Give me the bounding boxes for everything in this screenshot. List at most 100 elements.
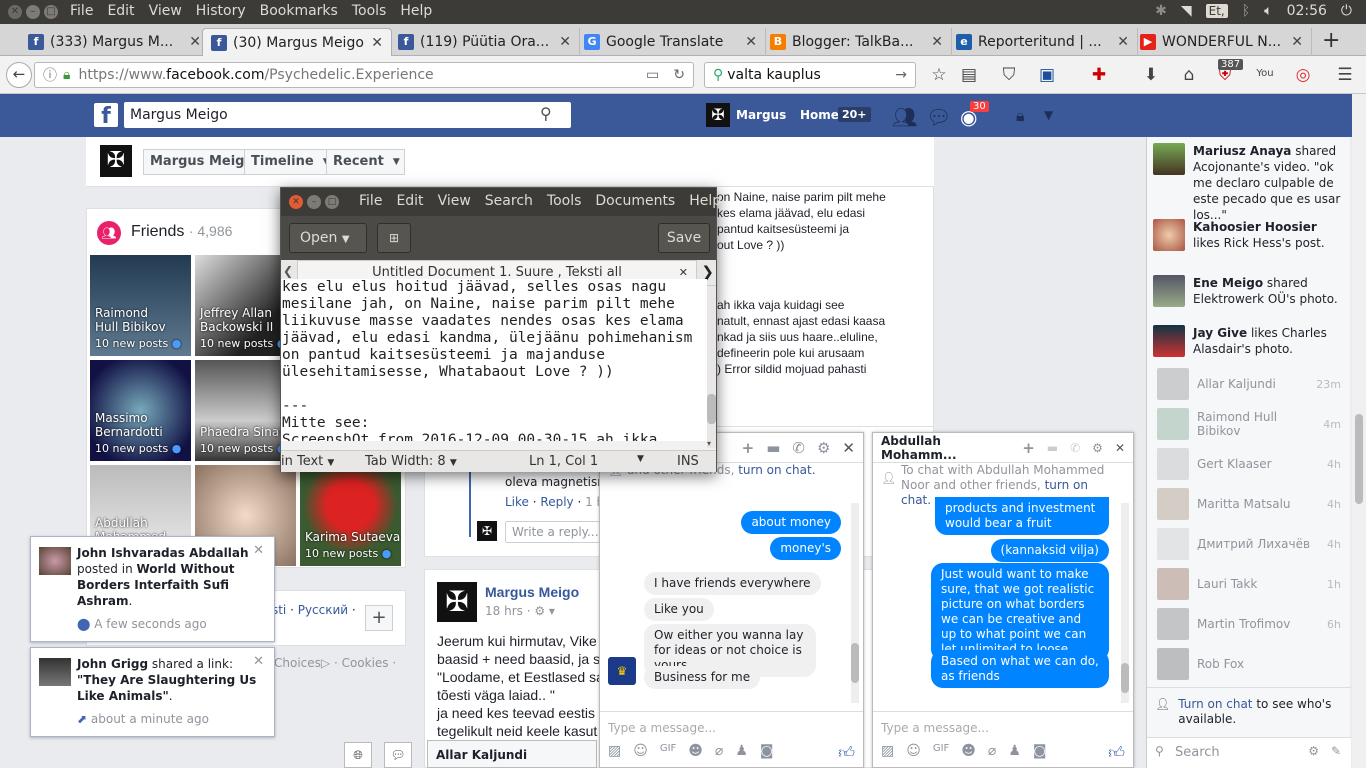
friend-requests-icon[interactable]: 👥︎ xyxy=(892,105,917,129)
addon-red-cross-icon[interactable]: ✚ xyxy=(1088,65,1110,85)
minimize-window-icon[interactable]: – xyxy=(26,5,40,19)
home-icon[interactable]: ⌂ xyxy=(1178,65,1200,85)
chat-contact[interactable]: Rob Fox xyxy=(1147,644,1351,684)
position-chevron-icon[interactable]: ▼ xyxy=(637,454,644,464)
add-people-icon[interactable]: + xyxy=(742,439,755,457)
attach-icon[interactable]: ⌀ xyxy=(988,743,996,763)
menu-edit[interactable]: Edit xyxy=(396,193,423,209)
chat-contact[interactable]: Martin Trofimov 6h xyxy=(1147,604,1351,644)
profile-name-link[interactable]: Margus xyxy=(736,108,786,122)
chat-contact[interactable]: Allar Kaljundi 23m xyxy=(1147,364,1351,404)
search-icon[interactable]: ⚲ xyxy=(540,104,552,123)
reader-view-icon[interactable]: ▭ xyxy=(646,67,659,83)
menu-file[interactable]: File xyxy=(359,193,382,209)
chat-search-input[interactable]: Search xyxy=(1175,745,1220,760)
open-button[interactable]: Open ▼ xyxy=(289,223,367,253)
turn-on-chat-link[interactable]: Turn on chat xyxy=(1178,697,1252,711)
menu-help[interactable]: Help xyxy=(689,193,721,209)
bluetooth-status-icon[interactable]: ᛒ xyxy=(1242,3,1250,19)
menu-search[interactable]: Search xyxy=(485,193,533,209)
tab-facebook-3[interactable]: f (119) Püütia Ora... ✕ xyxy=(390,28,580,56)
name-button[interactable]: Margus Meigo xyxy=(143,149,261,175)
back-icon[interactable]: ← xyxy=(6,62,32,88)
gear-icon[interactable]: ⚙︎ xyxy=(817,439,830,457)
gif-icon[interactable]: GIF xyxy=(660,743,676,763)
save-button[interactable]: Save xyxy=(658,223,710,253)
new-document-icon[interactable]: ⊞ xyxy=(377,223,411,253)
photo-icon[interactable]: ▨ xyxy=(881,743,894,763)
cookies-link[interactable]: Cookies · xyxy=(342,656,397,670)
tab-facebook-1[interactable]: f (333) Margus M... ✕ xyxy=(20,28,210,56)
gear-icon[interactable]: ⚙︎ xyxy=(1092,441,1103,455)
gear-icon[interactable]: ⚙︎ xyxy=(1308,744,1319,758)
message-input[interactable]: Type a message... xyxy=(881,721,989,735)
language-russian-link[interactable]: Русский xyxy=(298,603,348,617)
chat-contact[interactable]: Lauri Takk 1h xyxy=(1147,564,1351,604)
close-icon[interactable]: ✕ xyxy=(1115,441,1125,455)
like-thumb-icon[interactable]: 👍︎ xyxy=(838,743,855,763)
menu-edit[interactable]: Edit xyxy=(107,3,134,19)
phone-icon[interactable]: ✆ xyxy=(1070,441,1080,455)
home-link[interactable]: Home xyxy=(800,108,839,122)
close-icon[interactable]: ✕ xyxy=(842,439,855,457)
add-people-icon[interactable]: + xyxy=(1022,439,1035,457)
emoji-icon[interactable]: ☻ xyxy=(688,743,703,763)
account-menu-chevron-icon[interactable]: ▼ xyxy=(1044,108,1053,122)
chat-contact[interactable]: Дмитрий Лихачёв 4h xyxy=(1147,524,1351,564)
save-icon[interactable]: ▣ xyxy=(1036,65,1058,85)
downloads-icon[interactable]: ⬇ xyxy=(1140,65,1162,85)
chat-scrollbar[interactable] xyxy=(851,503,859,703)
menu-tools[interactable]: Tools xyxy=(547,193,582,209)
turn-on-chat-link[interactable]: turn on chat. xyxy=(738,463,815,477)
search-go-icon[interactable]: → xyxy=(895,67,907,83)
menu-tools[interactable]: Tools xyxy=(352,3,387,19)
chat-contact-name[interactable]: Abdullah Mohamm... xyxy=(881,434,1010,462)
chat-search-bar[interactable]: ⚲ Search ⚙︎ ✎ xyxy=(1147,737,1351,768)
reload-icon[interactable]: ↻ xyxy=(673,67,685,83)
bluetooth-icon[interactable]: ✱ xyxy=(1155,3,1167,19)
photo-icon[interactable]: ▨ xyxy=(608,743,621,763)
notification-popup[interactable]: John Grigg shared a link: "They Are Slau… xyxy=(30,647,275,737)
page-scrollbar-thumb[interactable] xyxy=(1355,414,1363,504)
compose-icon[interactable]: ✎ xyxy=(1331,744,1341,758)
recent-button[interactable]: Recent ▼ xyxy=(326,149,405,175)
close-tab-icon[interactable]: ✕ xyxy=(1291,34,1303,50)
close-tab-icon[interactable]: ✕ xyxy=(745,34,757,50)
minimized-chat-tab[interactable]: Allar Kaljundi xyxy=(427,740,597,768)
messages-icon[interactable]: 💬︎ xyxy=(926,105,951,129)
friend-tile[interactable]: Raimond Hull Bibikov 10 new posts ● xyxy=(90,255,191,356)
volume-icon[interactable]: 🔈︎ xyxy=(1264,3,1272,19)
tab-scroll-left-icon[interactable]: ❮ xyxy=(283,264,293,278)
game-icon[interactable]: ♟ xyxy=(1008,743,1021,763)
like-link[interactable]: Like xyxy=(505,495,529,509)
globe-icon[interactable]: 🌐︎ xyxy=(344,742,372,768)
friend-tile[interactable]: Karima Sutaeva 10 new posts ● xyxy=(300,465,401,566)
close-window-icon[interactable]: ✕ xyxy=(289,195,303,209)
close-tab-icon[interactable]: ✕ xyxy=(559,34,571,50)
profile-avatar[interactable]: ✠ xyxy=(706,103,730,127)
editor-scrollbar[interactable]: ▾ xyxy=(707,286,716,448)
menu-bookmarks[interactable]: Bookmarks xyxy=(260,3,338,19)
timeline-button[interactable]: Timeline▼ xyxy=(244,149,335,175)
ticker-item[interactable]: Kahoosier Hoosier likes Rick Hess's post… xyxy=(1147,219,1351,275)
close-icon[interactable]: ✕ xyxy=(253,654,264,669)
facebook-search-input[interactable]: Margus Meigo xyxy=(124,102,571,128)
camera-icon[interactable]: ◙ xyxy=(1033,743,1047,763)
friend-tile[interactable]: Massimo Bernardotti 10 new posts ● xyxy=(90,360,191,461)
lifesaver-icon[interactable]: ◎ xyxy=(1292,65,1314,85)
post-author-avatar[interactable]: ✠ xyxy=(437,582,477,622)
facebook-logo-icon[interactable]: f xyxy=(94,103,118,129)
camera-icon[interactable]: ◙ xyxy=(760,743,774,763)
tab-youtube[interactable]: ▶ WONDERFUL N... ✕ xyxy=(1132,28,1312,56)
menu-view[interactable]: View xyxy=(438,193,471,209)
game-icon[interactable]: ♟ xyxy=(735,743,748,763)
close-tab-icon[interactable]: ✕ xyxy=(931,34,943,50)
reading-list-icon[interactable]: ▤ xyxy=(958,65,980,85)
chat-contact[interactable]: Maritta Matsalu 4h xyxy=(1147,484,1351,524)
ticker-item[interactable]: Jay Give likes Charles Alasdair's photo. xyxy=(1147,325,1351,365)
language-mode-selector[interactable]: in Text ▼ xyxy=(281,454,334,469)
tab-reporteritund[interactable]: e Reporteritund | ... ✕ xyxy=(948,28,1138,56)
info-icon[interactable]: ⓘ xyxy=(43,65,57,85)
hamburger-menu-icon[interactable]: ☰ xyxy=(1334,65,1356,85)
new-tab-icon[interactable]: + xyxy=(1322,28,1340,53)
